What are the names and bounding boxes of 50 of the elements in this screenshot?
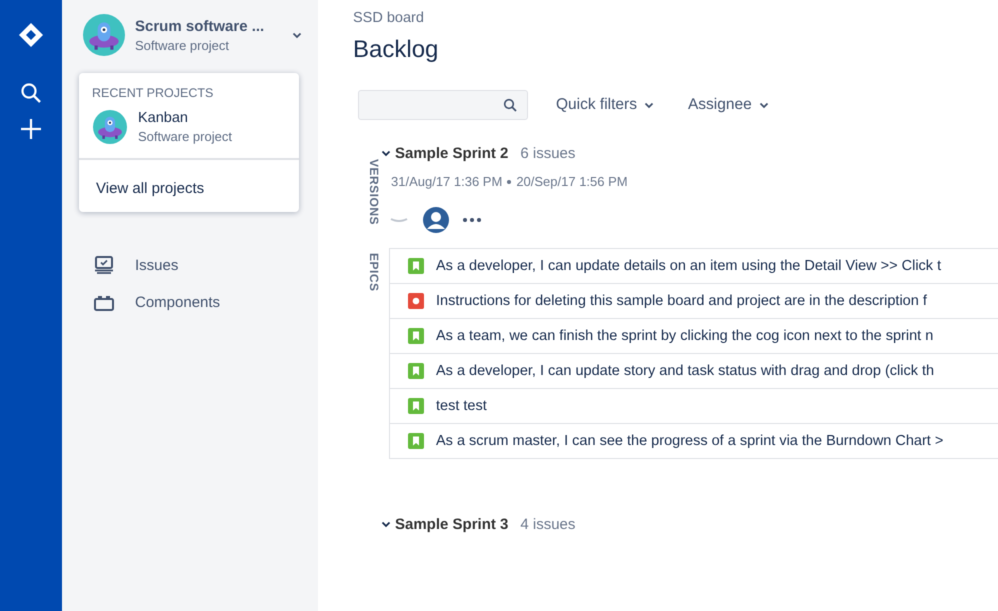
view-all-link[interactable]: View all projects bbox=[79, 160, 299, 212]
issue-count: 6 issues bbox=[520, 145, 576, 162]
more-icon[interactable] bbox=[463, 218, 481, 222]
filter-dropdown[interactable]: Assignee bbox=[682, 96, 775, 114]
sidebar-item[interactable]: Components bbox=[135, 294, 220, 311]
chevron-down-icon bbox=[758, 102, 769, 108]
issue-count: 4 issues bbox=[520, 516, 576, 533]
sprint-name[interactable]: Sample Sprint 3 bbox=[395, 516, 508, 533]
story-icon bbox=[408, 363, 424, 379]
search-field[interactable] bbox=[358, 90, 528, 120]
page-title: Backlog bbox=[353, 36, 440, 64]
sidebar-item[interactable]: Issues bbox=[135, 256, 178, 274]
collapse-chevron-icon bbox=[381, 150, 391, 157]
monitor-icon bbox=[94, 256, 114, 274]
sprint-start-date: 31/Aug/17 1:36 PM bbox=[391, 174, 502, 189]
chevron-down-icon bbox=[292, 32, 302, 39]
plus-icon[interactable] bbox=[20, 118, 42, 140]
story-icon bbox=[408, 328, 424, 344]
issue-summary[interactable]: As a developer, I can update details on an item using the Detail View >> Click t bbox=[436, 258, 942, 274]
issue-summary[interactable]: As a developer, I can update story and task status with drag and drop (click th bbox=[436, 363, 934, 379]
logo-icon[interactable] bbox=[18, 22, 44, 48]
issue-summary[interactable]: Instructions for deleting this sample board and project are in the description f bbox=[436, 293, 927, 309]
project-type: Software project bbox=[135, 38, 230, 52]
side-tab[interactable]: EPICS bbox=[353, 253, 381, 292]
project-avatar bbox=[83, 14, 125, 56]
components-icon bbox=[94, 294, 114, 310]
user-avatar-icon[interactable] bbox=[423, 207, 449, 233]
breadcrumb[interactable]: SSD board bbox=[353, 10, 998, 26]
search-icon[interactable] bbox=[20, 82, 42, 104]
side-tab[interactable]: VERSIONS bbox=[353, 159, 381, 226]
separator-dot-icon bbox=[507, 180, 512, 184]
collapse-chevron-icon bbox=[381, 521, 391, 528]
story-icon bbox=[408, 398, 424, 414]
sprint-name[interactable]: Sample Sprint 2 bbox=[395, 145, 508, 162]
issue-summary[interactable]: test test bbox=[436, 398, 487, 414]
bug-icon bbox=[408, 293, 424, 309]
project-type: Software project bbox=[138, 129, 232, 144]
search-icon bbox=[503, 98, 517, 112]
issue-summary[interactable]: As a scrum master, I can see the progress of a sprint via the Burndown Chart > bbox=[436, 433, 944, 449]
filter-dropdown[interactable]: Quick filters bbox=[550, 96, 660, 114]
project-name[interactable]: Kanban bbox=[138, 110, 232, 126]
sprint-end-date: 20/Sep/17 1:56 PM bbox=[516, 174, 628, 189]
dropdown-heading: RECENT PROJECTS bbox=[91, 85, 214, 100]
issue-summary[interactable]: As a team, we can finish the sprint by clicking the cog icon next to the sprint n bbox=[436, 328, 934, 344]
story-icon bbox=[408, 258, 424, 274]
project-avatar bbox=[93, 110, 127, 144]
project-name[interactable]: Scrum software ... bbox=[135, 18, 264, 34]
chevron-down-icon bbox=[644, 102, 654, 108]
blank-avatar-icon bbox=[389, 217, 409, 223]
story-icon bbox=[408, 433, 424, 449]
